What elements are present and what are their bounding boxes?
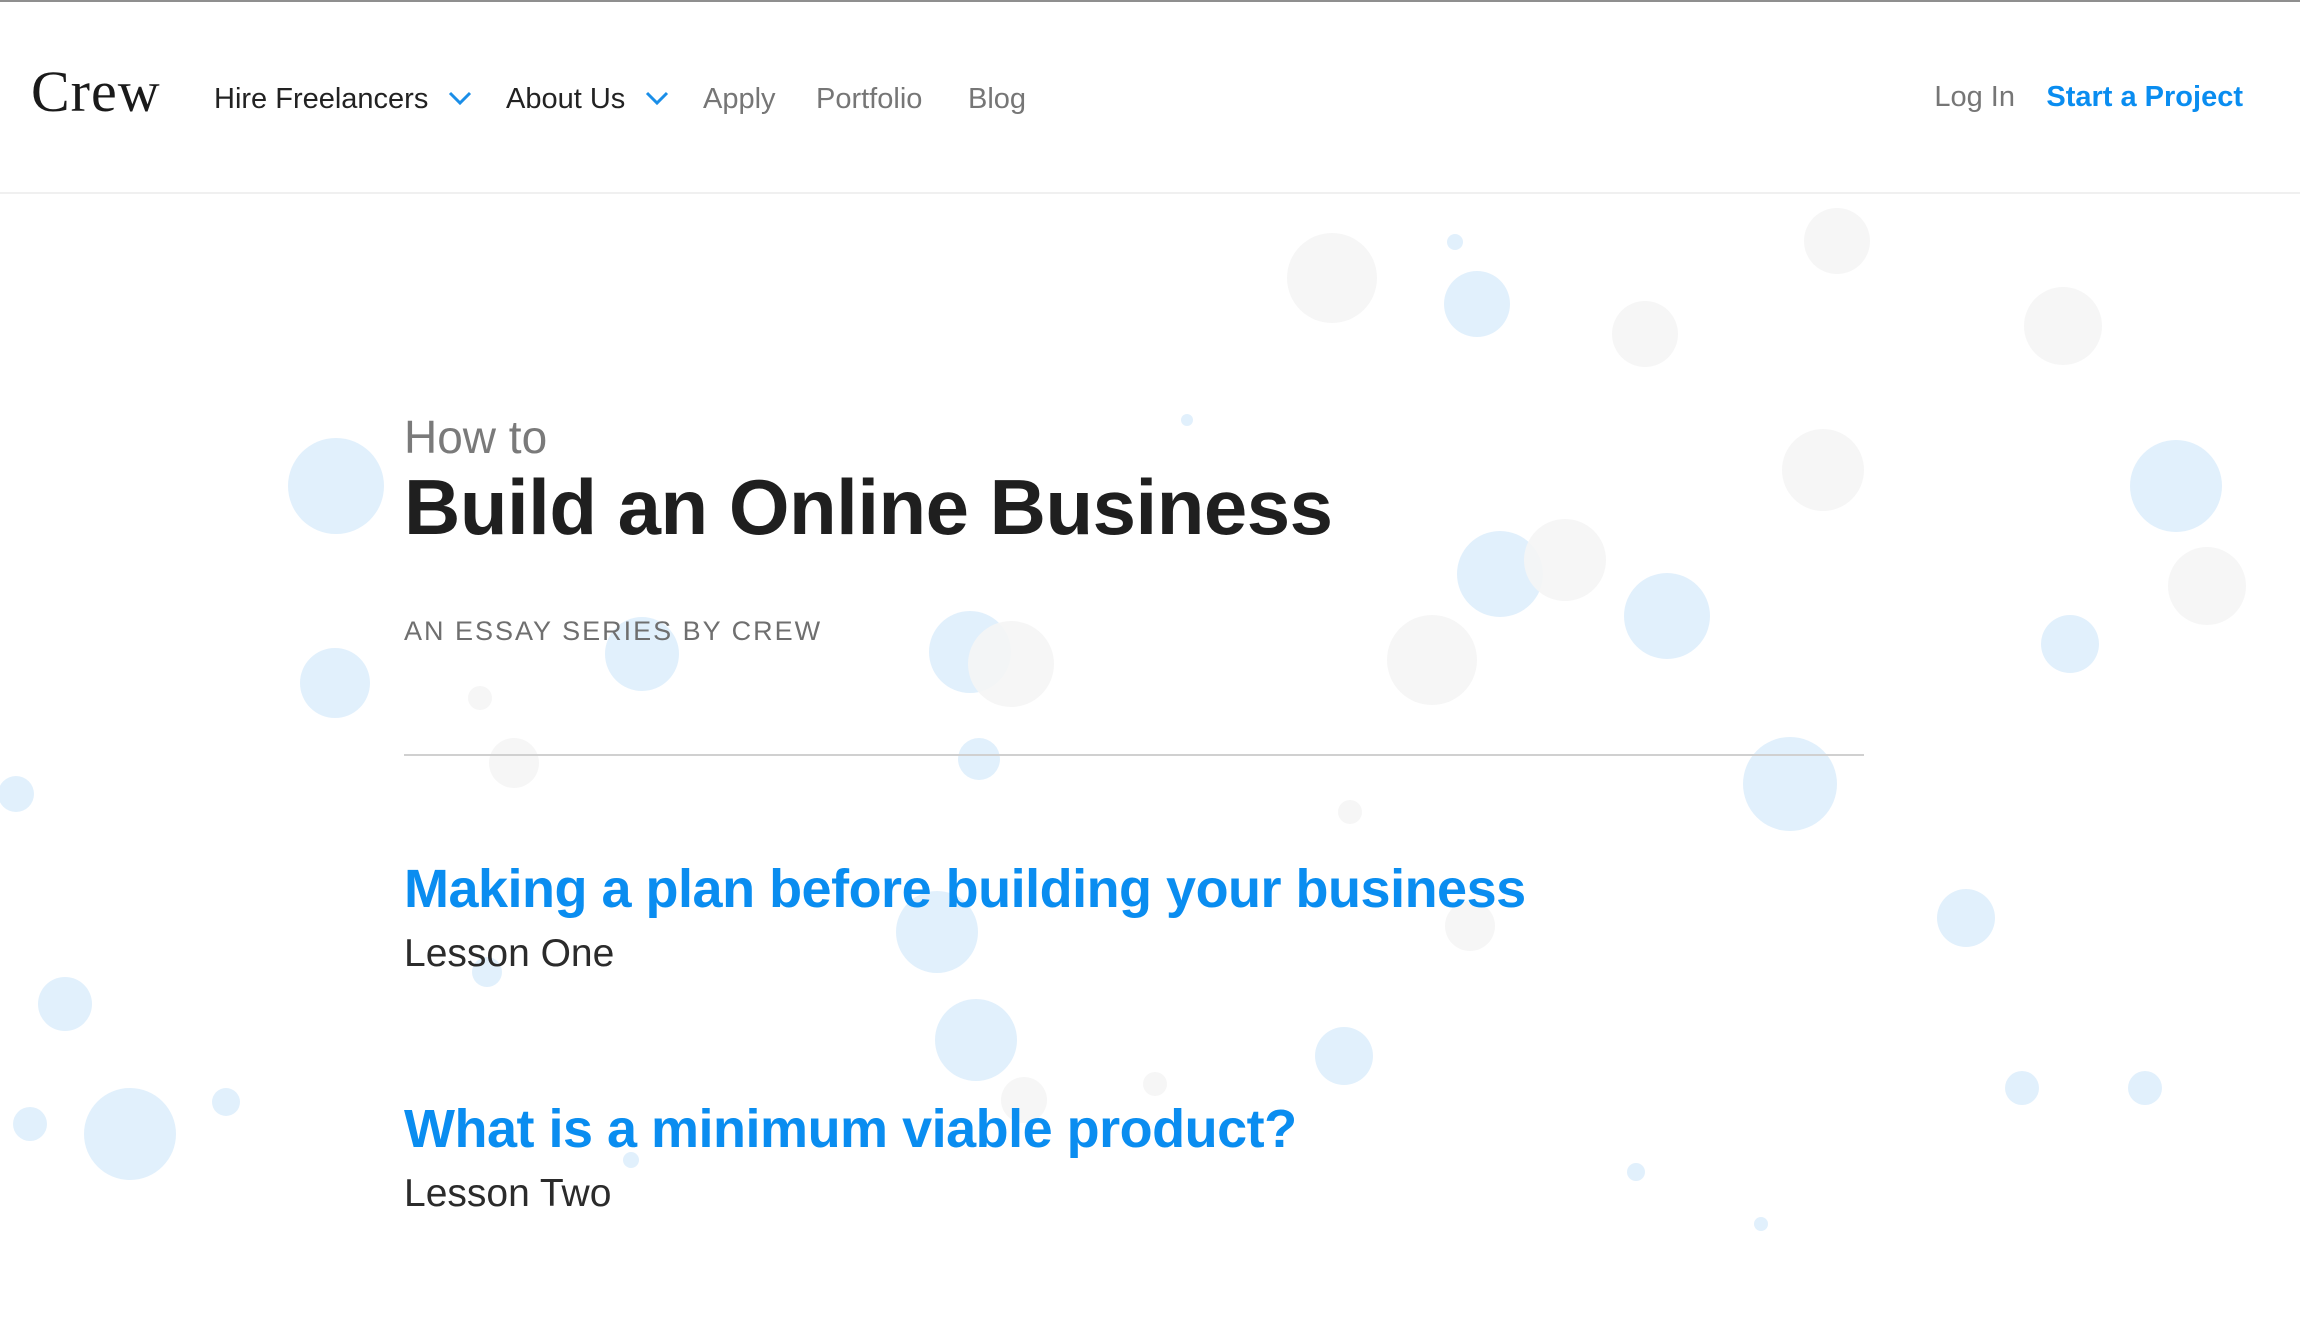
background-bubble: [2128, 1071, 2162, 1105]
lesson-item: Making a plan before building your busin…: [404, 858, 1526, 976]
background-bubble: [1143, 1072, 1167, 1096]
lesson-item: What is a minimum viable product? Lesson…: [404, 1098, 1297, 1216]
background-bubble: [968, 621, 1054, 707]
background-bubble: [38, 977, 92, 1031]
background-bubble: [300, 648, 370, 718]
background-bubble: [958, 738, 1000, 780]
background-bubble: [1387, 615, 1477, 705]
background-bubble: [2005, 1071, 2039, 1105]
background-bubble: [1937, 889, 1995, 947]
background-bubble: [1444, 271, 1510, 337]
nav-portfolio[interactable]: Portfolio: [816, 81, 922, 117]
nav-label: Apply: [703, 83, 776, 115]
background-bubble: [1804, 208, 1870, 274]
background-bubble: [1338, 800, 1362, 824]
page-title: Build an Online Business: [404, 463, 1333, 551]
background-bubble: [2024, 287, 2102, 365]
background-bubble: [84, 1088, 176, 1180]
lesson-title-link[interactable]: What is a minimum viable product?: [404, 1098, 1297, 1160]
nav-label: About Us: [506, 83, 626, 115]
lesson-title-link[interactable]: Making a plan before building your busin…: [404, 858, 1526, 920]
hero-eyebrow: How to: [404, 411, 548, 463]
background-bubble: [1315, 1027, 1373, 1085]
background-bubble: [0, 776, 34, 812]
nav-apply[interactable]: Apply: [703, 81, 776, 117]
background-bubble: [2041, 615, 2099, 673]
nav-label: Hire Freelancers: [214, 83, 429, 115]
background-bubble: [1612, 301, 1678, 367]
background-bubble: [1754, 1217, 1768, 1231]
background-bubble: [1447, 234, 1463, 250]
series-label: AN ESSAY SERIES BY CREW: [404, 616, 823, 646]
start-project-button[interactable]: Start a Project: [2046, 81, 2243, 114]
background-bubble: [1624, 573, 1710, 659]
background-bubble: [489, 738, 539, 788]
chevron-down-icon: [449, 92, 472, 106]
background-bubble: [1743, 737, 1837, 831]
nav-hire-freelancers[interactable]: Hire Freelancers: [214, 81, 472, 117]
background-bubble: [1181, 414, 1193, 426]
crew-logo[interactable]: Crew: [31, 58, 161, 125]
lesson-subtitle: Lesson One: [404, 932, 615, 975]
chevron-down-icon: [646, 92, 669, 106]
section-divider: [404, 754, 1864, 756]
site-header: Crew Hire Freelancers About Us Apply Por…: [0, 2, 2300, 194]
nav-blog[interactable]: Blog: [968, 81, 1026, 117]
background-bubble: [212, 1088, 240, 1116]
nav-label: Blog: [968, 83, 1027, 115]
background-bubble: [1287, 233, 1377, 323]
nav-label: Portfolio: [816, 83, 923, 115]
background-bubble: [1524, 519, 1606, 601]
background-bubble: [1627, 1163, 1645, 1181]
lesson-subtitle: Lesson Two: [404, 1172, 612, 1215]
login-link[interactable]: Log In: [1934, 81, 2015, 114]
background-bubble: [2130, 440, 2222, 532]
background-bubble: [1782, 429, 1864, 511]
background-bubble: [13, 1107, 47, 1141]
background-bubble: [935, 999, 1017, 1081]
nav-about-us[interactable]: About Us: [506, 81, 669, 117]
background-bubble: [2168, 547, 2246, 625]
background-bubble: [468, 686, 492, 710]
background-bubble: [288, 438, 384, 534]
